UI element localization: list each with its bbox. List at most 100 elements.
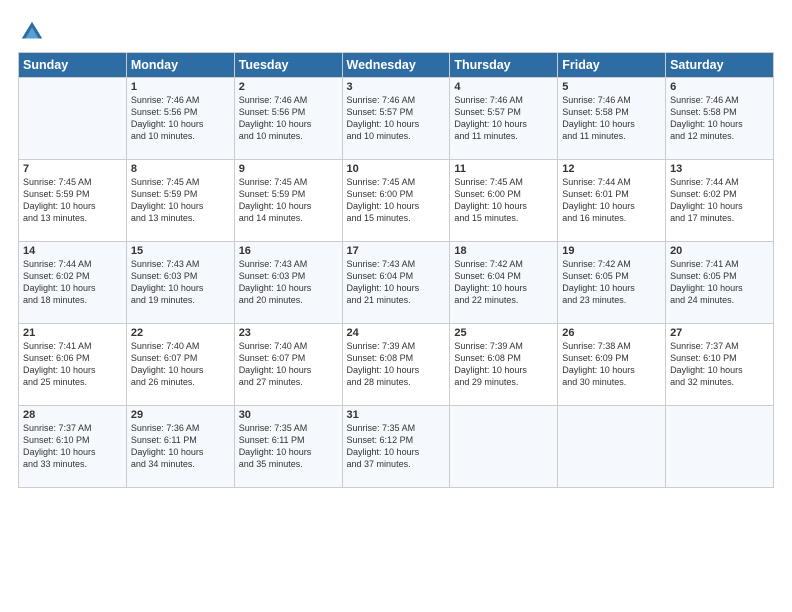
calendar-cell: 23Sunrise: 7:40 AM Sunset: 6:07 PM Dayli… xyxy=(234,324,342,406)
cell-info: Sunrise: 7:41 AM Sunset: 6:06 PM Dayligh… xyxy=(23,340,122,389)
cell-info: Sunrise: 7:45 AM Sunset: 5:59 PM Dayligh… xyxy=(239,176,338,225)
cell-info: Sunrise: 7:35 AM Sunset: 6:12 PM Dayligh… xyxy=(347,422,446,471)
cell-info: Sunrise: 7:35 AM Sunset: 6:11 PM Dayligh… xyxy=(239,422,338,471)
day-number: 8 xyxy=(131,163,230,175)
week-row-3: 14Sunrise: 7:44 AM Sunset: 6:02 PM Dayli… xyxy=(19,242,774,324)
cell-info: Sunrise: 7:46 AM Sunset: 5:57 PM Dayligh… xyxy=(454,94,553,143)
week-row-5: 28Sunrise: 7:37 AM Sunset: 6:10 PM Dayli… xyxy=(19,406,774,488)
calendar-cell: 3Sunrise: 7:46 AM Sunset: 5:57 PM Daylig… xyxy=(342,78,450,160)
column-header-tuesday: Tuesday xyxy=(234,53,342,78)
cell-info: Sunrise: 7:42 AM Sunset: 6:04 PM Dayligh… xyxy=(454,258,553,307)
cell-info: Sunrise: 7:46 AM Sunset: 5:57 PM Dayligh… xyxy=(347,94,446,143)
day-number: 3 xyxy=(347,81,446,93)
day-number: 24 xyxy=(347,327,446,339)
day-number: 12 xyxy=(562,163,661,175)
cell-info: Sunrise: 7:44 AM Sunset: 6:01 PM Dayligh… xyxy=(562,176,661,225)
cell-info: Sunrise: 7:37 AM Sunset: 6:10 PM Dayligh… xyxy=(23,422,122,471)
day-number: 7 xyxy=(23,163,122,175)
page-header xyxy=(18,18,774,46)
calendar-cell: 11Sunrise: 7:45 AM Sunset: 6:00 PM Dayli… xyxy=(450,160,558,242)
logo xyxy=(18,18,50,46)
calendar-cell: 2Sunrise: 7:46 AM Sunset: 5:56 PM Daylig… xyxy=(234,78,342,160)
calendar-cell xyxy=(666,406,774,488)
calendar-cell: 21Sunrise: 7:41 AM Sunset: 6:06 PM Dayli… xyxy=(19,324,127,406)
column-header-saturday: Saturday xyxy=(666,53,774,78)
calendar-cell: 29Sunrise: 7:36 AM Sunset: 6:11 PM Dayli… xyxy=(126,406,234,488)
day-number: 22 xyxy=(131,327,230,339)
cell-info: Sunrise: 7:39 AM Sunset: 6:08 PM Dayligh… xyxy=(454,340,553,389)
cell-info: Sunrise: 7:43 AM Sunset: 6:03 PM Dayligh… xyxy=(239,258,338,307)
week-row-2: 7Sunrise: 7:45 AM Sunset: 5:59 PM Daylig… xyxy=(19,160,774,242)
day-number: 27 xyxy=(670,327,769,339)
cell-info: Sunrise: 7:44 AM Sunset: 6:02 PM Dayligh… xyxy=(23,258,122,307)
cell-info: Sunrise: 7:40 AM Sunset: 6:07 PM Dayligh… xyxy=(239,340,338,389)
calendar-cell: 14Sunrise: 7:44 AM Sunset: 6:02 PM Dayli… xyxy=(19,242,127,324)
calendar-cell: 28Sunrise: 7:37 AM Sunset: 6:10 PM Dayli… xyxy=(19,406,127,488)
calendar-cell xyxy=(19,78,127,160)
day-number: 29 xyxy=(131,409,230,421)
day-number: 16 xyxy=(239,245,338,257)
cell-info: Sunrise: 7:46 AM Sunset: 5:58 PM Dayligh… xyxy=(562,94,661,143)
calendar-cell: 22Sunrise: 7:40 AM Sunset: 6:07 PM Dayli… xyxy=(126,324,234,406)
calendar-cell: 31Sunrise: 7:35 AM Sunset: 6:12 PM Dayli… xyxy=(342,406,450,488)
week-row-4: 21Sunrise: 7:41 AM Sunset: 6:06 PM Dayli… xyxy=(19,324,774,406)
calendar-cell xyxy=(450,406,558,488)
cell-info: Sunrise: 7:45 AM Sunset: 5:59 PM Dayligh… xyxy=(23,176,122,225)
cell-info: Sunrise: 7:46 AM Sunset: 5:56 PM Dayligh… xyxy=(239,94,338,143)
day-number: 30 xyxy=(239,409,338,421)
calendar-cell: 12Sunrise: 7:44 AM Sunset: 6:01 PM Dayli… xyxy=(558,160,666,242)
cell-info: Sunrise: 7:44 AM Sunset: 6:02 PM Dayligh… xyxy=(670,176,769,225)
day-number: 15 xyxy=(131,245,230,257)
day-number: 19 xyxy=(562,245,661,257)
cell-info: Sunrise: 7:46 AM Sunset: 5:56 PM Dayligh… xyxy=(131,94,230,143)
calendar-cell: 26Sunrise: 7:38 AM Sunset: 6:09 PM Dayli… xyxy=(558,324,666,406)
calendar-cell: 25Sunrise: 7:39 AM Sunset: 6:08 PM Dayli… xyxy=(450,324,558,406)
calendar-page: SundayMondayTuesdayWednesdayThursdayFrid… xyxy=(0,0,792,612)
day-number: 13 xyxy=(670,163,769,175)
day-number: 11 xyxy=(454,163,553,175)
day-number: 17 xyxy=(347,245,446,257)
calendar-table: SundayMondayTuesdayWednesdayThursdayFrid… xyxy=(18,52,774,488)
logo-icon xyxy=(18,18,46,46)
day-number: 5 xyxy=(562,81,661,93)
calendar-cell: 5Sunrise: 7:46 AM Sunset: 5:58 PM Daylig… xyxy=(558,78,666,160)
calendar-cell: 1Sunrise: 7:46 AM Sunset: 5:56 PM Daylig… xyxy=(126,78,234,160)
day-number: 25 xyxy=(454,327,553,339)
cell-info: Sunrise: 7:45 AM Sunset: 5:59 PM Dayligh… xyxy=(131,176,230,225)
day-number: 10 xyxy=(347,163,446,175)
cell-info: Sunrise: 7:37 AM Sunset: 6:10 PM Dayligh… xyxy=(670,340,769,389)
calendar-cell: 10Sunrise: 7:45 AM Sunset: 6:00 PM Dayli… xyxy=(342,160,450,242)
calendar-cell: 7Sunrise: 7:45 AM Sunset: 5:59 PM Daylig… xyxy=(19,160,127,242)
calendar-cell: 24Sunrise: 7:39 AM Sunset: 6:08 PM Dayli… xyxy=(342,324,450,406)
calendar-cell: 15Sunrise: 7:43 AM Sunset: 6:03 PM Dayli… xyxy=(126,242,234,324)
day-number: 9 xyxy=(239,163,338,175)
cell-info: Sunrise: 7:41 AM Sunset: 6:05 PM Dayligh… xyxy=(670,258,769,307)
cell-info: Sunrise: 7:46 AM Sunset: 5:58 PM Dayligh… xyxy=(670,94,769,143)
column-header-thursday: Thursday xyxy=(450,53,558,78)
calendar-cell: 9Sunrise: 7:45 AM Sunset: 5:59 PM Daylig… xyxy=(234,160,342,242)
calendar-cell: 20Sunrise: 7:41 AM Sunset: 6:05 PM Dayli… xyxy=(666,242,774,324)
calendar-cell xyxy=(558,406,666,488)
day-number: 31 xyxy=(347,409,446,421)
day-number: 2 xyxy=(239,81,338,93)
day-number: 20 xyxy=(670,245,769,257)
calendar-cell: 18Sunrise: 7:42 AM Sunset: 6:04 PM Dayli… xyxy=(450,242,558,324)
cell-info: Sunrise: 7:40 AM Sunset: 6:07 PM Dayligh… xyxy=(131,340,230,389)
calendar-cell: 19Sunrise: 7:42 AM Sunset: 6:05 PM Dayli… xyxy=(558,242,666,324)
cell-info: Sunrise: 7:43 AM Sunset: 6:03 PM Dayligh… xyxy=(131,258,230,307)
column-header-wednesday: Wednesday xyxy=(342,53,450,78)
calendar-header-row: SundayMondayTuesdayWednesdayThursdayFrid… xyxy=(19,53,774,78)
column-header-sunday: Sunday xyxy=(19,53,127,78)
calendar-cell: 30Sunrise: 7:35 AM Sunset: 6:11 PM Dayli… xyxy=(234,406,342,488)
day-number: 4 xyxy=(454,81,553,93)
column-header-friday: Friday xyxy=(558,53,666,78)
calendar-cell: 4Sunrise: 7:46 AM Sunset: 5:57 PM Daylig… xyxy=(450,78,558,160)
calendar-cell: 13Sunrise: 7:44 AM Sunset: 6:02 PM Dayli… xyxy=(666,160,774,242)
day-number: 1 xyxy=(131,81,230,93)
day-number: 26 xyxy=(562,327,661,339)
day-number: 21 xyxy=(23,327,122,339)
calendar-cell: 17Sunrise: 7:43 AM Sunset: 6:04 PM Dayli… xyxy=(342,242,450,324)
calendar-cell: 8Sunrise: 7:45 AM Sunset: 5:59 PM Daylig… xyxy=(126,160,234,242)
week-row-1: 1Sunrise: 7:46 AM Sunset: 5:56 PM Daylig… xyxy=(19,78,774,160)
day-number: 14 xyxy=(23,245,122,257)
